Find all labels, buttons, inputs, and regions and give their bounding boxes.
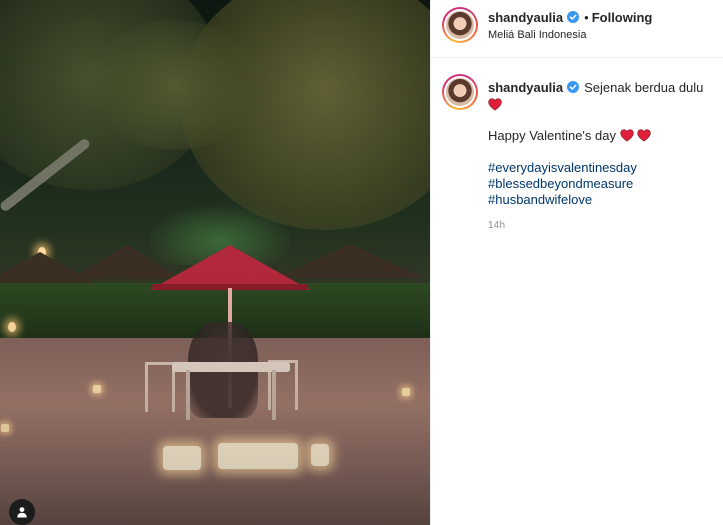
caption-username-link[interactable]: shandyaulia <box>488 80 563 95</box>
post-side-panel: shandyaulia • Following Meliá Bali Indones… <box>430 0 723 525</box>
user-tag-button[interactable] <box>9 499 35 525</box>
red-heart-icon <box>488 98 502 111</box>
verified-badge-icon <box>567 81 580 93</box>
hashtag-link[interactable]: #everydayisvalentinesday <box>488 160 716 176</box>
username-link[interactable]: shandyaulia <box>488 10 563 25</box>
user-tag-icon <box>17 507 27 518</box>
header-line: shandyaulia • Following <box>488 10 652 25</box>
caption-paragraph: Happy Valentine's day <box>488 128 716 144</box>
post-header: shandyaulia • Following Meliá Bali Indones… <box>431 0 723 58</box>
red-heart-icon <box>637 129 651 142</box>
hashtag-link[interactable]: #husbandwifelove <box>488 192 716 208</box>
caption: shandyaulia Sejenak berdua dulu Happy Val… <box>488 80 716 234</box>
caption-text: Sejenak berdua dulu <box>584 80 704 95</box>
verified-badge-icon <box>567 11 580 23</box>
location-link[interactable]: Meliá Bali Indonesia <box>488 29 586 41</box>
hashtag-link[interactable]: #blessedbeyondmeasure <box>488 176 716 192</box>
red-heart-icon <box>619 129 634 142</box>
caption-text: Happy Valentine's day <box>488 128 616 143</box>
caption-avatar[interactable] <box>442 74 478 110</box>
post-timestamp[interactable]: 14h <box>488 218 716 234</box>
caption-first-line: shandyaulia Sejenak berdua dulu <box>488 80 716 96</box>
photo-shade <box>0 0 430 525</box>
hashtag-list: #everydayisvalentinesday #blessedbeyondm… <box>488 160 716 208</box>
separator-dot: • <box>584 10 589 25</box>
avatar[interactable] <box>442 7 478 43</box>
post-photo[interactable] <box>0 0 430 525</box>
heart-row <box>488 97 716 113</box>
following-button[interactable]: Following <box>592 10 653 25</box>
